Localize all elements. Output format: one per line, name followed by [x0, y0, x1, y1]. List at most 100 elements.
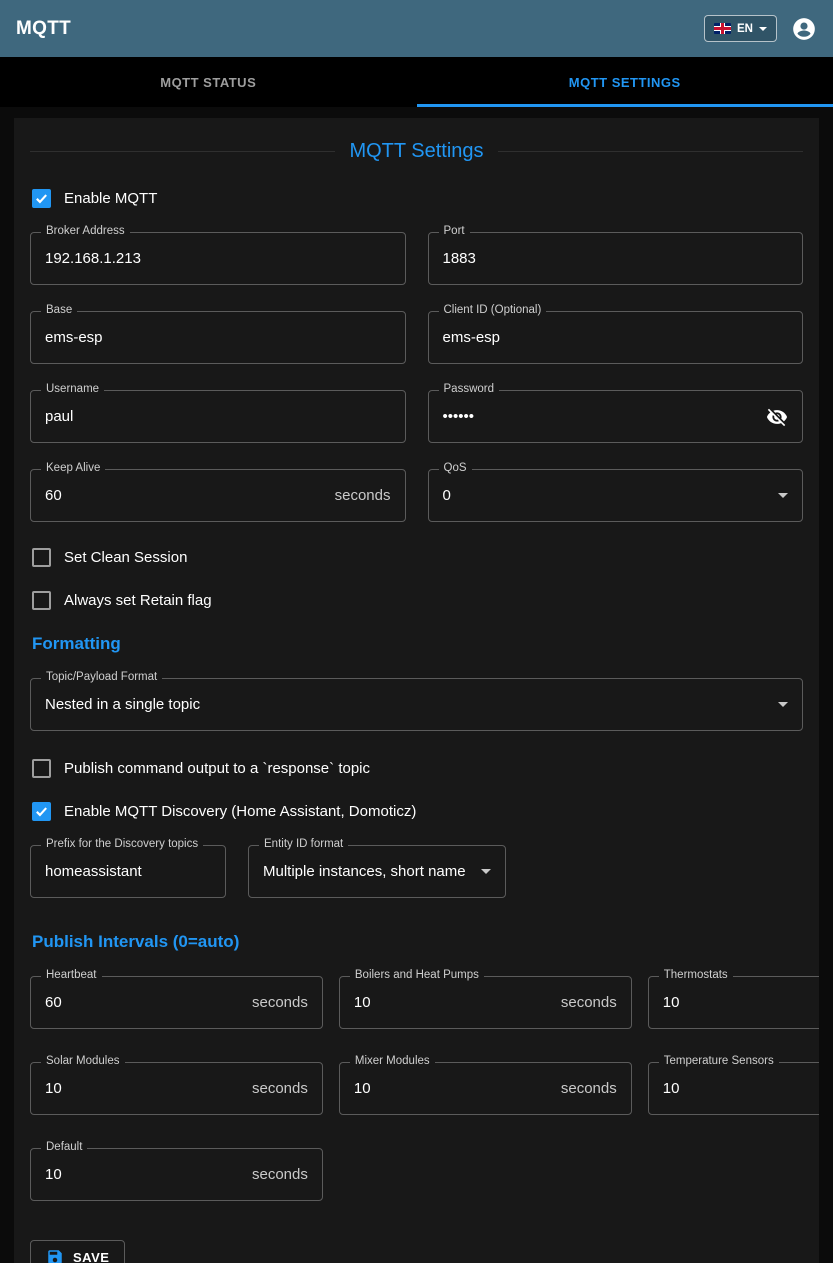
caret-down-icon	[759, 27, 767, 31]
base-label: Base	[41, 304, 77, 316]
mixer-modules-input[interactable]	[354, 1080, 553, 1097]
caret-down-icon	[778, 702, 788, 707]
qos-label: QoS	[439, 462, 472, 474]
caret-down-icon	[778, 493, 788, 498]
broker-address-label: Broker Address	[41, 225, 130, 237]
discovery-prefix-label: Prefix for the Discovery topics	[41, 838, 203, 850]
intervals-grid: Heartbeat seconds Boilers and Heat Pumps…	[30, 976, 803, 1201]
topic-format-value: Nested in a single topic	[45, 696, 770, 713]
keep-alive-label: Keep Alive	[41, 462, 105, 474]
solar-modules-input[interactable]	[45, 1080, 244, 1097]
publish-response-label: Publish command output to a `response` t…	[64, 760, 370, 777]
retain-flag-checkbox-row[interactable]: Always set Retain flag	[32, 591, 801, 610]
broker-address-field[interactable]: Broker Address	[30, 232, 406, 285]
active-tab-indicator	[417, 104, 833, 107]
language-label: EN	[737, 23, 753, 35]
enable-mqtt-checkbox[interactable]	[32, 189, 51, 208]
entity-format-label: Entity ID format	[259, 838, 348, 850]
default-interval-label: Default	[41, 1141, 87, 1153]
username-password-row: Username Password	[30, 390, 803, 443]
settings-form: MQTT Settings Enable MQTT Broker Address…	[14, 118, 819, 1263]
username-field[interactable]: Username	[30, 390, 406, 443]
username-label: Username	[41, 383, 104, 395]
keepalive-qos-row: Keep Alive seconds QoS 0	[30, 469, 803, 522]
entity-format-value: Multiple instances, short name	[263, 863, 473, 880]
topic-format-select[interactable]: Topic/Payload Format Nested in a single …	[30, 678, 803, 731]
clean-session-checkbox-row[interactable]: Set Clean Session	[32, 548, 801, 567]
save-button-label: SAVE	[73, 1250, 109, 1263]
boilers-field[interactable]: Boilers and Heat Pumps seconds	[339, 976, 632, 1029]
keep-alive-field[interactable]: Keep Alive seconds	[30, 469, 406, 522]
username-input[interactable]	[45, 408, 391, 425]
mixer-modules-field[interactable]: Mixer Modules seconds	[339, 1062, 632, 1115]
mixer-modules-label: Mixer Modules	[350, 1055, 435, 1067]
solar-modules-field[interactable]: Solar Modules seconds	[30, 1062, 323, 1115]
publish-response-checkbox[interactable]	[32, 759, 51, 778]
divider-line	[498, 151, 803, 152]
base-field[interactable]: Base	[30, 311, 406, 364]
enable-mqtt-checkbox-row[interactable]: Enable MQTT	[32, 189, 801, 208]
discovery-prefix-field[interactable]: Prefix for the Discovery topics	[30, 845, 226, 898]
save-icon	[46, 1248, 64, 1263]
thermostats-field[interactable]: Thermostats seconds	[648, 976, 819, 1029]
appbar-actions: EN	[704, 15, 817, 42]
app-title: MQTT	[16, 18, 71, 40]
enable-mqtt-label: Enable MQTT	[64, 190, 157, 207]
publish-response-checkbox-row[interactable]: Publish command output to a `response` t…	[32, 759, 801, 778]
intervals-heading: Publish Intervals (0=auto)	[32, 932, 801, 952]
temperature-sensors-field[interactable]: Temperature Sensors seconds	[648, 1062, 819, 1115]
qos-value: 0	[443, 487, 771, 504]
page-title: MQTT Settings	[349, 140, 483, 163]
broker-address-input[interactable]	[45, 250, 391, 267]
save-button[interactable]: SAVE	[30, 1240, 125, 1263]
password-field[interactable]: Password	[428, 390, 804, 443]
port-label: Port	[439, 225, 470, 237]
account-circle-icon[interactable]	[791, 16, 817, 42]
clean-session-label: Set Clean Session	[64, 549, 187, 566]
caret-down-icon	[481, 869, 491, 874]
heartbeat-field[interactable]: Heartbeat seconds	[30, 976, 323, 1029]
boilers-label: Boilers and Heat Pumps	[350, 969, 484, 981]
mqtt-settings-screen: MQTT EN MQTT STATUS MQTT SETTINGS MQTT S…	[0, 0, 833, 1263]
thermostats-input[interactable]	[663, 994, 819, 1011]
appbar: MQTT EN	[0, 0, 833, 57]
client-id-label: Client ID (Optional)	[439, 304, 547, 316]
keep-alive-input[interactable]	[45, 487, 327, 504]
topic-format-label: Topic/Payload Format	[41, 671, 162, 683]
discovery-label: Enable MQTT Discovery (Home Assistant, D…	[64, 803, 416, 820]
retain-flag-checkbox[interactable]	[32, 591, 51, 610]
clean-session-checkbox[interactable]	[32, 548, 51, 567]
base-input[interactable]	[45, 329, 391, 346]
tab-mqtt-settings[interactable]: MQTT SETTINGS	[417, 57, 833, 107]
base-clientid-row: Base Client ID (Optional)	[30, 311, 803, 364]
thermostats-label: Thermostats	[659, 969, 733, 981]
default-interval-input[interactable]	[45, 1166, 244, 1183]
default-interval-field[interactable]: Default seconds	[30, 1148, 323, 1201]
broker-port-row: Broker Address Port	[30, 232, 803, 285]
temperature-sensors-input[interactable]	[663, 1080, 819, 1097]
discovery-checkbox-row[interactable]: Enable MQTT Discovery (Home Assistant, D…	[32, 802, 801, 821]
heartbeat-input[interactable]	[45, 994, 244, 1011]
boilers-input[interactable]	[354, 994, 553, 1011]
qos-select[interactable]: QoS 0	[428, 469, 804, 522]
entity-format-select[interactable]: Entity ID format Multiple instances, sho…	[248, 845, 506, 898]
password-input[interactable]	[443, 408, 759, 425]
heartbeat-unit: seconds	[252, 994, 308, 1011]
port-field[interactable]: Port	[428, 232, 804, 285]
language-selector-button[interactable]: EN	[704, 15, 777, 42]
section-header: MQTT Settings	[30, 140, 803, 163]
solar-modules-unit: seconds	[252, 1080, 308, 1097]
port-input[interactable]	[443, 250, 789, 267]
boilers-unit: seconds	[561, 994, 617, 1011]
discovery-checkbox[interactable]	[32, 802, 51, 821]
discovery-prefix-input[interactable]	[45, 863, 211, 880]
mixer-modules-unit: seconds	[561, 1080, 617, 1097]
check-icon	[34, 804, 49, 819]
client-id-input[interactable]	[443, 329, 789, 346]
eye-off-icon[interactable]	[766, 406, 788, 428]
tab-mqtt-status[interactable]: MQTT STATUS	[0, 57, 417, 107]
client-id-field[interactable]: Client ID (Optional)	[428, 311, 804, 364]
uk-flag-icon	[714, 23, 731, 34]
retain-flag-label: Always set Retain flag	[64, 592, 212, 609]
divider-line	[30, 151, 335, 152]
